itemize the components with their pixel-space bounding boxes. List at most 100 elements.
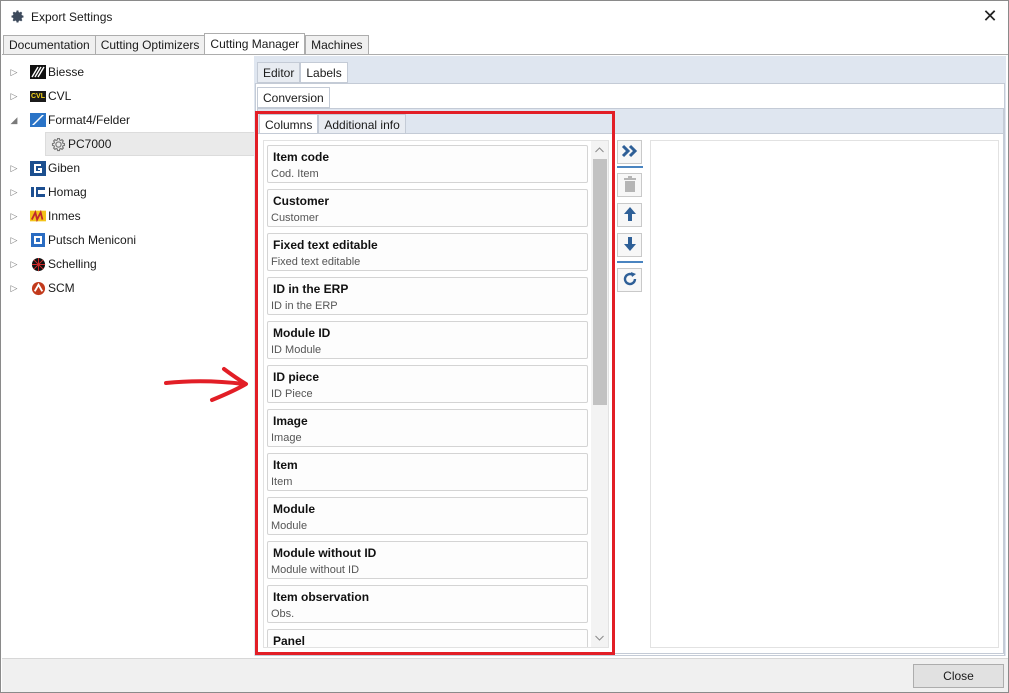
tab-cutting-manager[interactable]: Cutting Manager	[204, 33, 306, 55]
collapse-icon[interactable]: ◢	[7, 113, 21, 127]
expand-icon[interactable]: ▷	[7, 257, 21, 271]
column-subtitle: Item	[271, 476, 293, 488]
toolbar-separator	[617, 261, 643, 263]
column-title: ID in the ERP	[273, 282, 349, 296]
tab-labels[interactable]: Labels	[300, 62, 348, 83]
column-title: Fixed text editable	[273, 238, 378, 252]
column-subtitle: Cod. Item	[271, 168, 319, 180]
tree-item-putsch-meniconi[interactable]: ▷ Putsch Meniconi	[7, 228, 253, 252]
scroll-up-icon[interactable]	[591, 143, 608, 157]
tree-item-homag[interactable]: ▷ Homag	[7, 180, 253, 204]
column-title: Module ID	[273, 326, 331, 340]
column-subtitle: Obs.	[271, 608, 295, 620]
column-title: Customer	[273, 194, 330, 208]
conversion-tabs: Conversion	[257, 87, 330, 108]
delete-icon	[623, 175, 637, 195]
list-item[interactable]: Item observation Obs.	[267, 585, 588, 623]
tab-additional-info[interactable]: Additional info	[318, 114, 406, 135]
tree-item-label: Inmes	[48, 209, 81, 223]
delete-button[interactable]	[617, 173, 642, 197]
expand-icon[interactable]: ▷	[7, 185, 21, 199]
tree-item-scm[interactable]: ▷ SCM	[7, 276, 253, 300]
schelling-logo-icon	[30, 256, 46, 272]
list-item[interactable]: ID piece ID Piece	[267, 365, 588, 403]
toolbar-separator	[617, 166, 643, 168]
tab-conversion[interactable]: Conversion	[257, 87, 330, 108]
tree-item-biesse[interactable]: ▷ Biesse	[7, 60, 253, 84]
scroll-down-icon[interactable]	[591, 631, 608, 645]
inmes-logo-icon	[30, 208, 46, 224]
column-title: Item	[273, 458, 298, 472]
list-item[interactable]: Module without ID Module without ID	[267, 541, 588, 579]
column-title: Module	[273, 502, 315, 516]
putsch-logo-icon	[30, 232, 46, 248]
move-up-button[interactable]	[617, 203, 642, 227]
list-item[interactable]: Module Module	[267, 497, 588, 535]
refresh-button[interactable]	[617, 268, 642, 292]
expand-icon[interactable]: ▷	[7, 161, 21, 175]
close-window-button[interactable]: ✕	[980, 6, 1000, 26]
columns-scrollbar[interactable]	[591, 141, 608, 647]
tree-item-pc7000[interactable]: PC7000	[45, 132, 259, 156]
list-item[interactable]: Image Image	[267, 409, 588, 447]
tree-item-label: Homag	[48, 185, 87, 199]
column-title: ID piece	[273, 370, 320, 384]
biesse-logo-icon	[30, 64, 46, 80]
refresh-icon	[622, 271, 638, 290]
move-down-button[interactable]	[617, 233, 642, 257]
machine-tree: ▷ Biesse ▷ CVL CVL ◢ Format4/Felder PC70…	[7, 60, 259, 300]
tree-item-inmes[interactable]: ▷ Inmes	[7, 204, 253, 228]
column-subtitle: ID Module	[271, 344, 322, 356]
selected-columns-list[interactable]	[650, 140, 999, 648]
footer-bar	[2, 658, 1008, 692]
column-subtitle: Image	[271, 432, 302, 444]
list-item[interactable]: ID in the ERP ID in the ERP	[267, 277, 588, 315]
move-up-icon	[623, 206, 637, 225]
gear-icon	[50, 136, 66, 152]
list-item[interactable]: Module ID ID Module	[267, 321, 588, 359]
available-columns-list[interactable]: Item code Cod. Item Customer Customer Fi…	[263, 140, 609, 648]
homag-logo-icon	[30, 184, 46, 200]
list-item[interactable]: Fixed text editable Fixed text editable	[267, 233, 588, 271]
columns-tabs: Columns Additional info	[259, 114, 406, 135]
column-title: Item code	[273, 150, 330, 164]
tab-machines[interactable]: Machines	[305, 35, 369, 55]
column-subtitle: Module without ID	[271, 564, 360, 576]
list-item[interactable]: Item Item	[267, 453, 588, 491]
expand-icon[interactable]: ▷	[7, 281, 21, 295]
expand-icon[interactable]: ▷	[7, 89, 21, 103]
scrollbar-thumb[interactable]	[593, 159, 607, 405]
tab-columns[interactable]: Columns	[259, 114, 319, 135]
list-item[interactable]: Panel	[267, 629, 588, 648]
tree-item-label: Biesse	[48, 65, 85, 79]
tab-documentation[interactable]: Documentation	[3, 35, 95, 55]
tree-item-cvl[interactable]: ▷ CVL CVL	[7, 84, 253, 108]
gear-icon	[9, 9, 25, 25]
title-bar: Export Settings ✕	[1, 1, 1008, 32]
scm-logo-icon	[30, 280, 46, 296]
tab-editor[interactable]: Editor	[257, 62, 301, 83]
column-title: Image	[273, 414, 308, 428]
tree-item-label: PC7000	[68, 137, 112, 151]
cvl-logo-icon: CVL	[30, 88, 46, 104]
move-down-icon	[623, 236, 637, 255]
add-all-button[interactable]	[617, 140, 642, 164]
column-subtitle: ID in the ERP	[271, 300, 338, 312]
tree-item-label: Putsch Meniconi	[48, 233, 137, 247]
list-item[interactable]: Item code Cod. Item	[267, 145, 588, 183]
column-title: Panel	[273, 634, 306, 648]
window-title: Export Settings	[31, 9, 113, 24]
tree-item-format4-felder[interactable]: ◢ Format4/Felder	[7, 108, 253, 132]
expand-icon[interactable]: ▷	[7, 65, 21, 79]
add-all-icon	[621, 144, 639, 161]
tree-item-label: Schelling	[48, 257, 97, 271]
tree-item-schelling[interactable]: ▷ Schelling	[7, 252, 253, 276]
tree-item-label: Giben	[48, 161, 81, 175]
expand-icon[interactable]: ▷	[7, 233, 21, 247]
expand-icon[interactable]: ▷	[7, 209, 21, 223]
editor-labels-tabs: Editor Labels	[257, 62, 348, 83]
tab-cutting-optimizers[interactable]: Cutting Optimizers	[94, 35, 205, 55]
close-button[interactable]: Close	[913, 664, 1004, 688]
list-item[interactable]: Customer Customer	[267, 189, 588, 227]
tree-item-giben[interactable]: ▷ Giben	[7, 156, 253, 180]
